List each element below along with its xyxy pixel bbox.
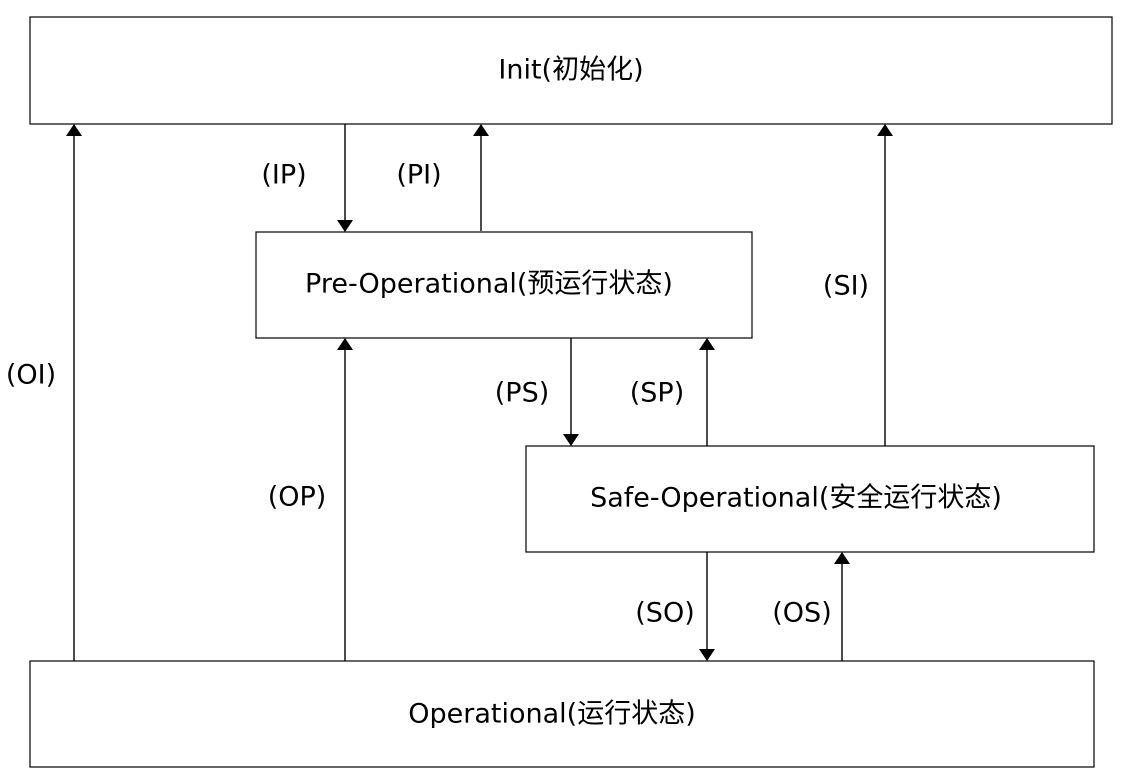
state-safe-operational: Safe-Operational(安全运行状态) — [525, 445, 1095, 553]
transition-oi-label: (OI) — [6, 360, 56, 391]
transition-pi-label: (PI) — [396, 160, 441, 191]
transition-sp-label: (SP) — [630, 378, 685, 409]
transition-op-label: (OP) — [268, 482, 327, 513]
state-safe-operational-label: Safe-Operational(安全运行状态) — [590, 483, 1002, 514]
transition-ps-label: (PS) — [495, 378, 550, 409]
state-pre-operational-label: Pre-Operational(预运行状态) — [305, 269, 673, 300]
state-init-label: Init(初始化) — [498, 55, 643, 86]
state-operational-label: Operational(运行状态) — [408, 699, 695, 730]
transition-ip-label: (IP) — [261, 160, 306, 191]
transition-so-label: (SO) — [635, 598, 694, 629]
state-init: Init(初始化) — [29, 16, 1113, 125]
state-pre-operational: Pre-Operational(预运行状态) — [255, 231, 753, 339]
state-machine-diagram: Init(初始化) Pre-Operational(预运行状态) Safe-Op… — [6, 16, 1113, 768]
transition-si-label: (SI) — [823, 271, 869, 302]
transition-os-label: (OS) — [772, 598, 831, 629]
state-operational: Operational(运行状态) — [29, 660, 1095, 768]
